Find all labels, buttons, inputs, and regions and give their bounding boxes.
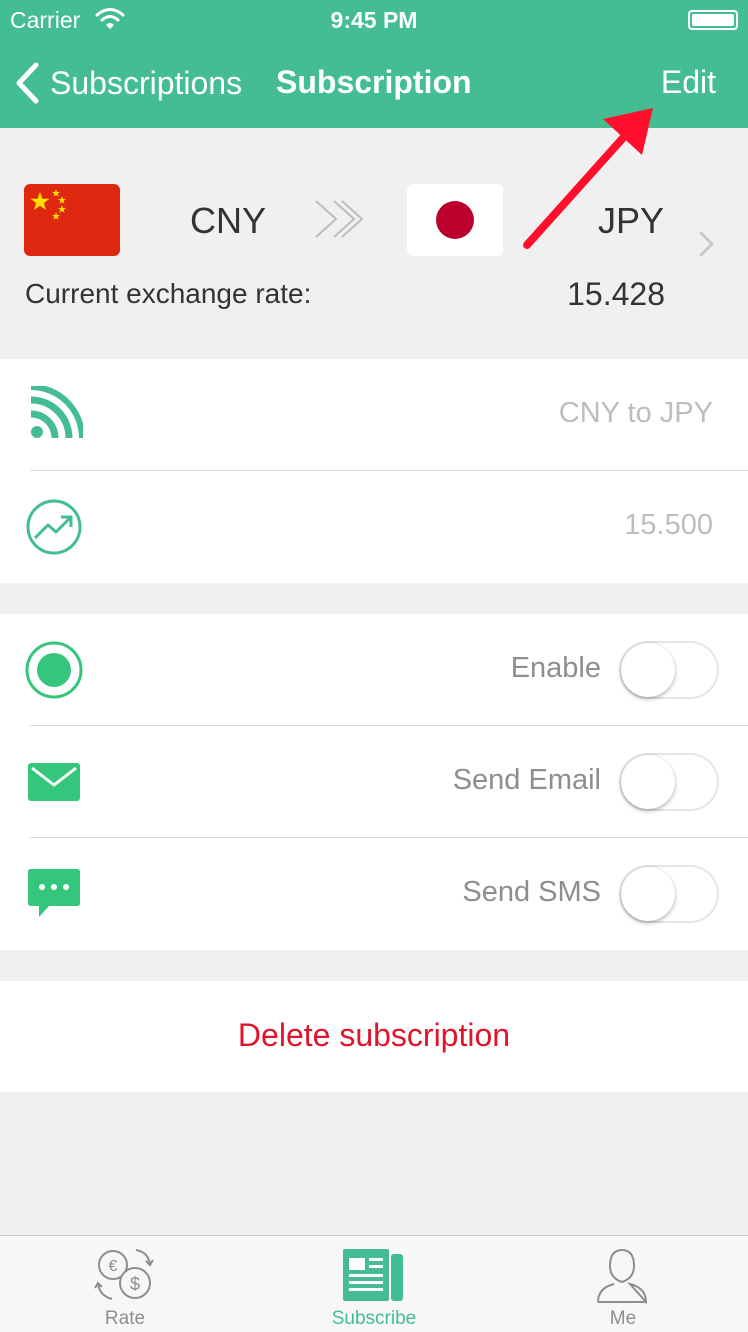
clock: 9:45 PM <box>330 7 418 33</box>
from-currency-code: CNY <box>190 200 267 241</box>
double-chevron-right-icon <box>315 200 364 238</box>
trending-up-icon <box>26 499 82 555</box>
person-icon <box>597 1248 648 1305</box>
tab-rate-label: Rate <box>104 1308 146 1329</box>
rss-feed-icon <box>30 386 83 439</box>
edit-button[interactable]: Edit <box>661 64 716 101</box>
send-sms-row: Send SMS <box>0 838 748 950</box>
chevron-right-icon <box>699 231 714 257</box>
enable-row: Enable <box>0 614 748 726</box>
page-title: Subscription <box>276 64 472 100</box>
japan-flag-icon <box>407 184 503 256</box>
tab-subscribe-label: Subscribe <box>331 1308 417 1329</box>
tab-bar: € $ Rate Subscribe Me <box>0 1235 748 1332</box>
exchange-rate-value: 15.428 <box>567 276 665 312</box>
tab-me[interactable]: Me <box>498 1236 748 1332</box>
currency-pair-value: CNY to JPY <box>558 397 713 429</box>
china-flag-icon <box>24 184 120 256</box>
annotation-arrow-icon <box>523 108 653 249</box>
back-button[interactable]: Subscriptions <box>14 60 242 106</box>
tab-subscribe[interactable]: Subscribe <box>249 1236 499 1332</box>
svg-text:€: € <box>109 1258 118 1275</box>
pair-row[interactable]: CNY to JPY <box>0 359 748 471</box>
currency-exchange-icon: € $ <box>94 1249 154 1300</box>
battery-icon <box>688 10 738 30</box>
mail-icon <box>28 763 80 801</box>
back-button-label: Subscriptions <box>50 64 243 101</box>
delete-subscription-button[interactable]: Delete subscription <box>0 981 748 1092</box>
send-email-row: Send Email <box>0 726 748 838</box>
send-email-label: Send Email <box>452 764 601 796</box>
send-email-toggle[interactable] <box>619 753 719 811</box>
radio-on-icon <box>25 641 83 699</box>
newspaper-icon <box>343 1249 403 1301</box>
enable-toggle[interactable] <box>619 641 719 699</box>
target-rate-row[interactable]: 15.500 <box>0 471 748 583</box>
target-rate-value: 15.500 <box>624 509 713 541</box>
delete-subscription-label: Delete subscription <box>237 1017 511 1053</box>
enable-label: Enable <box>510 652 601 684</box>
send-sms-toggle[interactable] <box>619 865 719 923</box>
status-bar: Carrier 9:45 PM <box>0 0 748 40</box>
message-bubble-icon <box>28 869 80 917</box>
svg-text:$: $ <box>130 1274 140 1294</box>
exchange-rate-label: Current exchange rate: <box>25 278 312 309</box>
send-sms-label: Send SMS <box>462 876 601 908</box>
subscription-info-section: CNY to JPY 15.500 <box>0 359 748 583</box>
tab-me-label: Me <box>609 1308 637 1329</box>
notification-settings-section: Enable Send Email Send SMS <box>0 614 748 950</box>
tab-rate[interactable]: € $ Rate <box>0 1236 250 1332</box>
chevron-left-icon <box>16 62 39 104</box>
